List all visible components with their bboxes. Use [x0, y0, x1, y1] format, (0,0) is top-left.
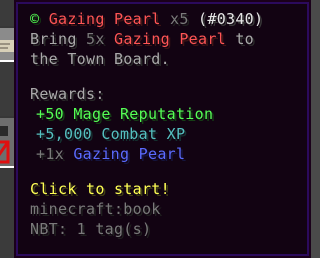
reward-combat-xp: +5,000 Combat XP [36, 125, 186, 143]
description-line-2: the Town Board. [30, 50, 170, 68]
inventory-screen: © Gazing Pearl x5 (#0340) Bring 5x Gazin… [0, 0, 311, 258]
copyright-icon: © [30, 10, 40, 28]
item-name: Gazing Pearl [48, 10, 161, 28]
description-text: to [235, 30, 255, 48]
reward-item: +50 Mage Reputation [30, 104, 309, 124]
reward-reputation: +50 Mage Reputation [36, 105, 214, 123]
description-text: Bring [30, 30, 77, 48]
reward-item: +5,000 Combat XP [30, 124, 309, 144]
reward-item: +1x Gazing Pearl [30, 144, 309, 164]
description-line-1: Bring 5x Gazing Pearl to [30, 29, 309, 49]
barrier-icon [0, 126, 10, 164]
item-quantity: x5 [170, 10, 189, 28]
tooltip-title: © Gazing Pearl x5 (#0340) [30, 9, 309, 29]
item-registry-id: minecraft:book [30, 200, 161, 218]
reward-count: +1x [36, 145, 64, 163]
reward-item-name: Gazing Pearl [73, 145, 186, 163]
item-id: (#0340) [198, 10, 264, 28]
description-amount: 5x [86, 30, 105, 48]
item-tooltip: © Gazing Pearl x5 (#0340) Bring 5x Gazin… [14, 0, 311, 258]
click-to-start: Click to start! [30, 180, 170, 198]
description-item: Gazing Pearl [114, 30, 226, 48]
nbt-info: NBT: 1 tag(s) [30, 220, 152, 238]
rewards-label: Rewards: [30, 85, 105, 103]
